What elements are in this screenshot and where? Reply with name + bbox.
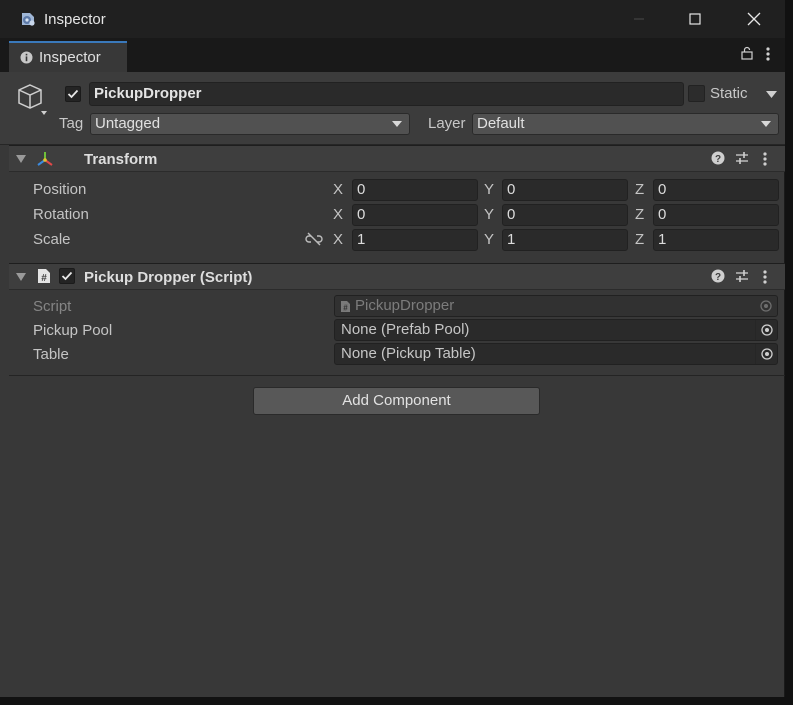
layer-value: Default — [477, 115, 525, 132]
tab-inspector[interactable]: Inspector — [9, 41, 127, 72]
info-icon — [20, 51, 33, 64]
tag-value: Untagged — [95, 115, 161, 132]
pickup-pool-label: Pickup Pool — [33, 322, 113, 339]
chevron-down-icon — [392, 121, 402, 127]
axis-x-label[interactable]: X — [333, 206, 343, 223]
foldout-arrow-icon[interactable] — [16, 273, 26, 281]
minimize-button[interactable] — [616, 0, 662, 38]
transform-header[interactable]: Transform ? — [9, 145, 785, 172]
transform-icon — [37, 152, 53, 166]
axis-y-label[interactable]: Y — [484, 181, 494, 198]
preset-sliders-icon[interactable] — [735, 151, 749, 165]
maximize-icon — [689, 13, 701, 25]
gameobject-cube-icon[interactable] — [16, 83, 48, 117]
script-component-header[interactable]: # Pickup Dropper (Script) ? — [9, 263, 785, 290]
static-label: Static — [710, 85, 748, 102]
tag-dropdown[interactable]: Untagged — [90, 113, 410, 135]
script-file-icon: # — [38, 269, 50, 284]
table-value: None (Pickup Table) — [341, 345, 476, 362]
title-bar: Inspector — [0, 0, 785, 38]
maximize-button[interactable] — [672, 0, 718, 38]
position-x-field[interactable]: 0 — [352, 179, 478, 201]
table-label: Table — [33, 346, 69, 363]
rotation-z-field[interactable]: 0 — [653, 204, 779, 226]
script-file-icon: # — [341, 301, 350, 313]
chevron-down-icon — [761, 121, 771, 127]
pickup-pool-field[interactable]: None (Prefab Pool) — [334, 319, 778, 341]
active-checkbox[interactable] — [65, 86, 81, 102]
close-icon — [747, 12, 761, 26]
target-picker-icon — [760, 348, 773, 360]
component-divider — [9, 375, 785, 376]
tab-strip: Inspector — [0, 38, 785, 72]
object-picker-button[interactable] — [755, 344, 777, 364]
script-reference-value: PickupDropper — [355, 297, 455, 314]
foldout-arrow-icon[interactable] — [16, 155, 26, 163]
help-icon[interactable]: ? — [711, 269, 725, 283]
svg-text:?: ? — [715, 154, 721, 165]
rotation-x-field[interactable]: 0 — [352, 204, 478, 226]
scale-y-field[interactable]: 1 — [502, 229, 628, 251]
more-options-icon[interactable] — [762, 269, 768, 285]
checkmark-icon — [67, 89, 79, 99]
svg-text:?: ? — [715, 272, 721, 283]
minimize-icon — [634, 18, 644, 20]
target-picker-icon — [760, 300, 772, 312]
axis-y-label[interactable]: Y — [484, 206, 494, 223]
script-reference-field: # PickupDropper — [334, 295, 778, 317]
object-picker-button — [755, 296, 777, 316]
script-enabled-checkbox[interactable] — [59, 268, 75, 284]
target-picker-icon — [760, 324, 773, 336]
lock-icon[interactable] — [741, 46, 753, 60]
static-checkbox[interactable] — [688, 85, 705, 102]
more-options-icon[interactable] — [765, 46, 771, 62]
position-y-field[interactable]: 0 — [502, 179, 628, 201]
unity-cog-icon — [22, 13, 35, 26]
table-field[interactable]: None (Pickup Table) — [334, 343, 778, 365]
svg-text:#: # — [343, 304, 348, 313]
script-component-title: Pickup Dropper (Script) — [84, 269, 253, 286]
checkmark-icon — [61, 271, 73, 281]
inspector-window: Inspector Inspector PickupDropper Static… — [0, 0, 785, 697]
axis-x-label[interactable]: X — [333, 231, 343, 248]
scale-x-field[interactable]: 1 — [352, 229, 478, 251]
pickup-pool-value: None (Prefab Pool) — [341, 321, 470, 338]
constrain-proportions-icon[interactable] — [305, 232, 323, 246]
transform-title: Transform — [84, 151, 158, 168]
rotation-label: Rotation — [33, 206, 89, 223]
preset-sliders-icon[interactable] — [735, 269, 749, 283]
window-title: Inspector — [44, 11, 106, 28]
gameobject-header: PickupDropper Static Tag Untagged Layer … — [0, 72, 785, 145]
chevron-down-icon[interactable] — [766, 91, 777, 98]
axis-z-label[interactable]: Z — [635, 181, 644, 198]
more-options-icon[interactable] — [762, 151, 768, 167]
object-name-field[interactable]: PickupDropper — [89, 82, 684, 106]
layer-dropdown[interactable]: Default — [472, 113, 779, 135]
tab-label: Inspector — [39, 49, 101, 66]
svg-text:#: # — [41, 273, 47, 284]
layer-label: Layer — [428, 115, 466, 132]
rotation-y-field[interactable]: 0 — [502, 204, 628, 226]
object-picker-button[interactable] — [755, 320, 777, 340]
help-icon[interactable]: ? — [711, 151, 725, 165]
tag-label: Tag — [59, 115, 84, 132]
axis-z-label[interactable]: Z — [635, 231, 644, 248]
axis-y-label[interactable]: Y — [484, 231, 494, 248]
close-button[interactable] — [731, 0, 777, 38]
position-label: Position — [33, 181, 87, 198]
scale-label: Scale — [33, 231, 71, 248]
axis-z-label[interactable]: Z — [635, 206, 644, 223]
scale-z-field[interactable]: 1 — [653, 229, 779, 251]
script-label: Script — [33, 298, 72, 315]
add-component-button[interactable]: Add Component — [253, 387, 540, 415]
position-z-field[interactable]: 0 — [653, 179, 779, 201]
axis-x-label[interactable]: X — [333, 181, 343, 198]
